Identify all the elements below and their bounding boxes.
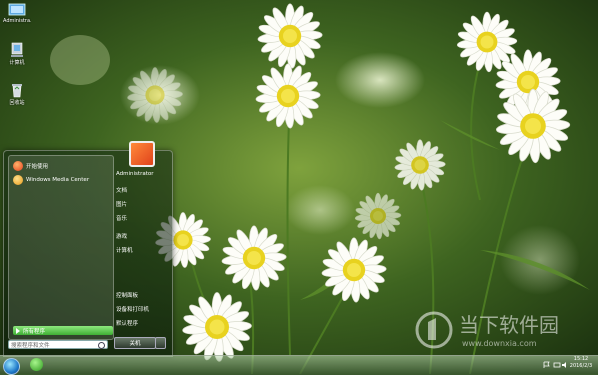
all-programs-button[interactable]: 所有程序 [13, 326, 113, 335]
taskbar [0, 355, 598, 375]
media-center-icon [13, 174, 23, 185]
start-right-control-panel[interactable]: 控制面板 [116, 291, 138, 299]
start-right-default-programs[interactable]: 默认程序 [116, 319, 138, 327]
start-button[interactable] [3, 358, 20, 375]
taskbar-clock[interactable]: 15:12 2016/2/3 [566, 356, 596, 370]
shutdown-button[interactable]: 关机 [114, 337, 156, 349]
search-placeholder: 搜索程序和文件 [11, 342, 50, 349]
start-item-label: Windows Media Center [26, 176, 90, 183]
start-item-getting-started[interactable]: 开始使用 [13, 160, 109, 171]
taskbar-app-button[interactable] [30, 358, 43, 371]
start-search-input[interactable]: 搜索程序和文件 [8, 340, 108, 349]
desktop-icon-label: 计算机 [9, 60, 25, 66]
shutdown-label: 关机 [129, 341, 141, 347]
start-right-music[interactable]: 音乐 [116, 214, 127, 222]
start-right-computer[interactable]: 计算机 [116, 246, 133, 254]
start-right-documents[interactable]: 文档 [116, 186, 127, 194]
user-picture[interactable] [129, 141, 155, 167]
user-folder-icon [8, 3, 26, 16]
start-menu: 开始使用 Windows Media Center 所有程序 搜索程序和文件 A… [3, 141, 173, 357]
tray-flag-icon[interactable] [543, 356, 551, 373]
arrow-right-icon [16, 327, 20, 334]
desktop-icon-label: 回收站 [9, 100, 25, 106]
desktop-icon-computer[interactable]: 计算机 [3, 42, 31, 66]
clock-time: 15:12 [573, 356, 589, 362]
computer-icon [11, 42, 23, 57]
recycle-bin-icon [12, 84, 22, 98]
all-programs-label: 所有程序 [23, 328, 46, 335]
start-item-label: 开始使用 [26, 163, 49, 170]
watermark-text: 当下软件园 [459, 313, 559, 337]
start-right-games[interactable]: 游戏 [116, 232, 127, 240]
desktop-icon-recycle-bin[interactable]: 回收站 [3, 82, 31, 106]
start-right-devices-printers[interactable]: 设备和打印机 [116, 305, 149, 313]
watermark-url: www.downxia.com [462, 339, 537, 348]
start-menu-program-list: 开始使用 Windows Media Center 所有程序 [8, 155, 114, 340]
start-right-pictures[interactable]: 图片 [116, 200, 127, 208]
tray-network-icon[interactable] [553, 356, 561, 373]
search-icon [98, 342, 105, 349]
shutdown-options-button[interactable] [155, 337, 166, 349]
getting-started-icon [13, 160, 23, 171]
watermark-logo: 当下软件园 www.downxia.com [415, 311, 559, 349]
desktop-icon-label: Administra... [3, 18, 31, 24]
start-item-media-center[interactable]: Windows Media Center [13, 174, 109, 185]
desktop-icon-administrator[interactable]: Administra... [3, 3, 31, 24]
start-right-administrator[interactable]: Administrator [116, 171, 154, 177]
clock-date: 2016/2/3 [569, 363, 593, 369]
